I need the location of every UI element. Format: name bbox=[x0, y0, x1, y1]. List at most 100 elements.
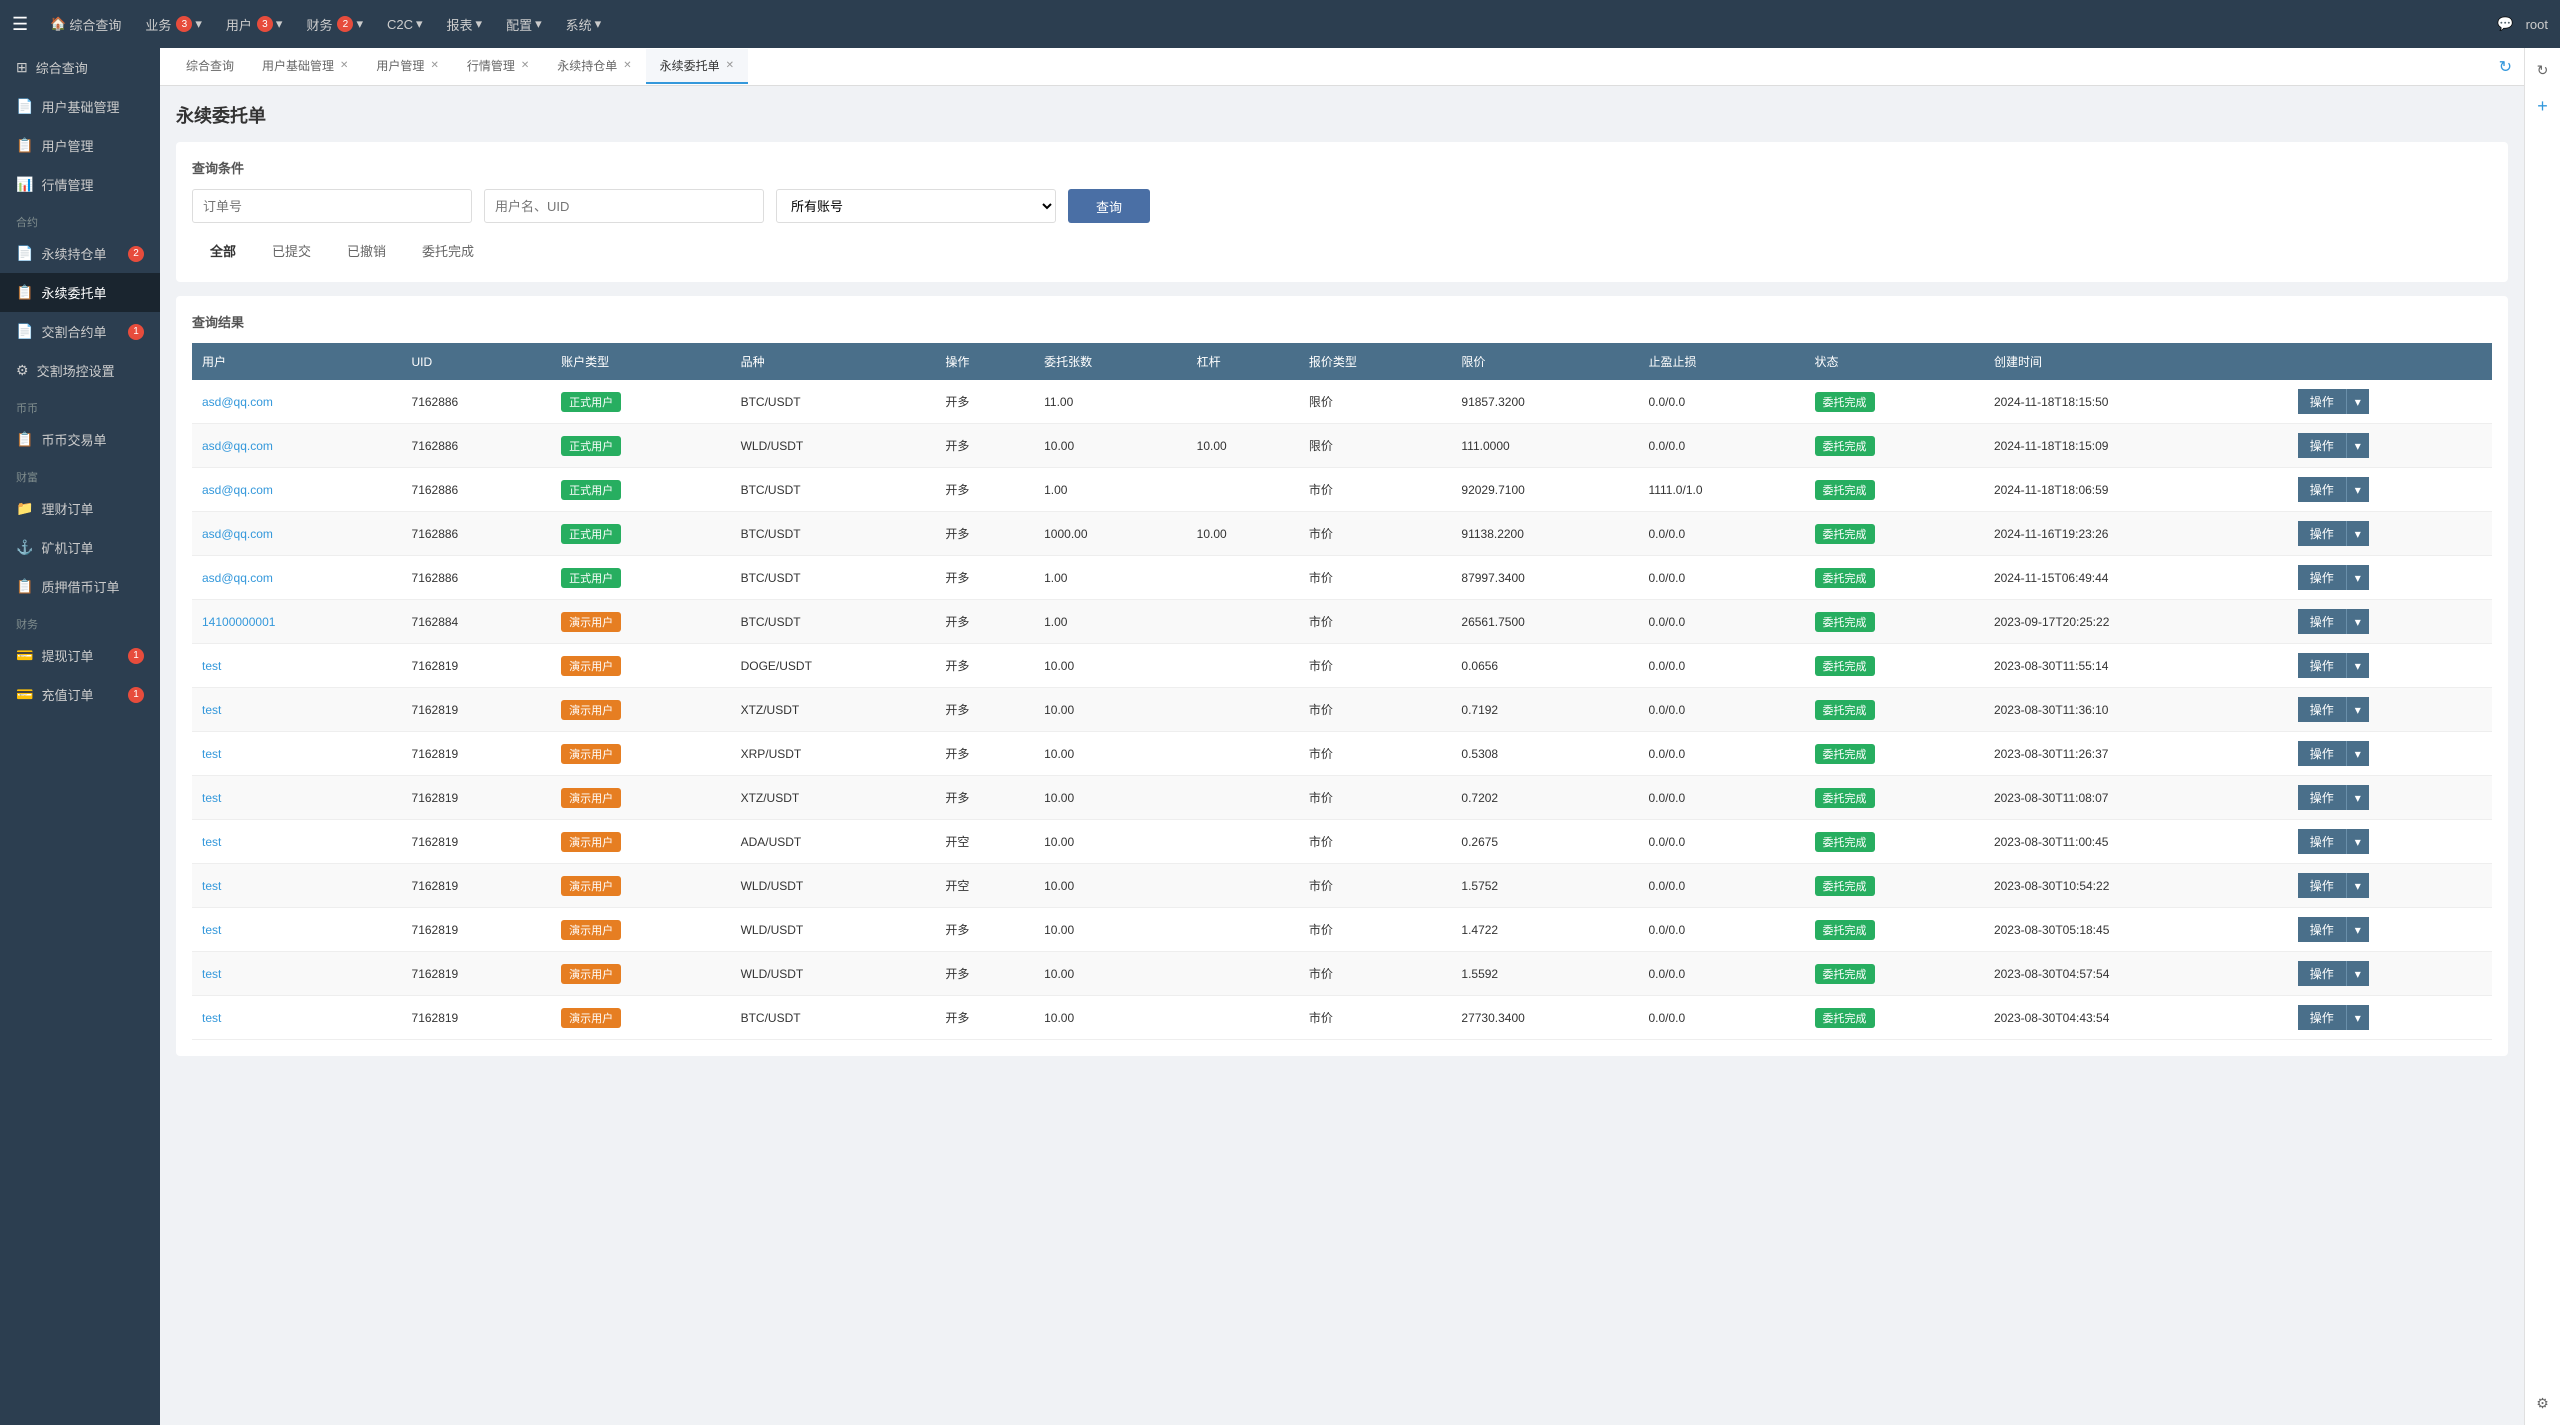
user-link[interactable]: test bbox=[202, 659, 221, 673]
tab-close-永续持仓单[interactable]: ✕ bbox=[623, 60, 631, 71]
action-button[interactable]: 操作 bbox=[2298, 609, 2346, 634]
user-link[interactable]: test bbox=[202, 835, 221, 849]
right-add-icon[interactable]: + bbox=[2529, 92, 2557, 120]
filter-tab-已撤销[interactable]: 已撤销 bbox=[329, 235, 404, 266]
filter-tab-全部[interactable]: 全部 bbox=[192, 235, 254, 266]
nav-item-用户[interactable]: 用户 3 ▾ bbox=[216, 9, 293, 40]
sidebar-item-矿机订单[interactable]: ⚓ 矿机订单 bbox=[0, 528, 160, 567]
action-dropdown-button[interactable]: ▾ bbox=[2346, 697, 2369, 722]
sidebar-item-永续委托单[interactable]: 📋 永续委托单 bbox=[0, 273, 160, 312]
action-dropdown-button[interactable]: ▾ bbox=[2346, 609, 2369, 634]
cell-user: asd@qq.com bbox=[192, 468, 402, 512]
action-button[interactable]: 操作 bbox=[2298, 565, 2346, 590]
user-link[interactable]: test bbox=[202, 967, 221, 981]
tab-close-用户管理[interactable]: ✕ bbox=[430, 60, 438, 71]
action-dropdown-button[interactable]: ▾ bbox=[2346, 961, 2369, 986]
action-dropdown-button[interactable]: ▾ bbox=[2346, 873, 2369, 898]
hamburger-icon[interactable]: ☰ bbox=[12, 14, 28, 35]
cell-action: 开空 bbox=[935, 864, 1034, 908]
tab-close-行情管理[interactable]: ✕ bbox=[521, 60, 529, 71]
action-button[interactable]: 操作 bbox=[2298, 433, 2346, 458]
user-link[interactable]: asd@qq.com bbox=[202, 483, 273, 497]
action-button[interactable]: 操作 bbox=[2298, 389, 2346, 414]
tab-refresh-button[interactable]: ↻ bbox=[2499, 57, 2512, 77]
sidebar-item-用户管理[interactable]: 📋 用户管理 bbox=[0, 126, 160, 165]
action-button[interactable]: 操作 bbox=[2298, 961, 2346, 986]
action-dropdown-button[interactable]: ▾ bbox=[2346, 433, 2369, 458]
action-btn-group: 操作 ▾ bbox=[2298, 521, 2482, 546]
tab-用户基础管理[interactable]: 用户基础管理 ✕ bbox=[248, 49, 362, 84]
action-button[interactable]: 操作 bbox=[2298, 741, 2346, 766]
sidebar-item-永续持仓单[interactable]: 📄 永续持仓单 2 bbox=[0, 234, 160, 273]
action-button[interactable]: 操作 bbox=[2298, 873, 2346, 898]
tab-close-永续委托单[interactable]: ✕ bbox=[726, 60, 734, 71]
user-link[interactable]: test bbox=[202, 703, 221, 717]
tab-close-用户基础管理[interactable]: ✕ bbox=[340, 60, 348, 71]
nav-item-c2c[interactable]: C2C ▾ bbox=[377, 10, 433, 38]
order-id-input[interactable] bbox=[192, 189, 472, 223]
action-dropdown-button[interactable]: ▾ bbox=[2346, 565, 2369, 590]
action-dropdown-button[interactable]: ▾ bbox=[2346, 389, 2369, 414]
sidebar-item-币币交易单[interactable]: 📋 币币交易单 bbox=[0, 420, 160, 459]
user-link[interactable]: asd@qq.com bbox=[202, 439, 273, 453]
nav-item-业务[interactable]: 业务 3 ▾ bbox=[135, 9, 212, 40]
action-dropdown-button[interactable]: ▾ bbox=[2346, 521, 2369, 546]
right-settings-icon[interactable]: ⚙ bbox=[2529, 1389, 2557, 1417]
sidebar-item-交割合约单[interactable]: 📄 交割合约单 1 bbox=[0, 312, 160, 351]
user-link[interactable]: test bbox=[202, 747, 221, 761]
message-icon[interactable]: 💬 bbox=[2497, 16, 2513, 32]
action-dropdown-button[interactable]: ▾ bbox=[2346, 785, 2369, 810]
action-dropdown-button[interactable]: ▾ bbox=[2346, 917, 2369, 942]
sidebar-item-交割场控设置[interactable]: ⚙ 交割场控设置 bbox=[0, 351, 160, 390]
action-button[interactable]: 操作 bbox=[2298, 697, 2346, 722]
action-button[interactable]: 操作 bbox=[2298, 829, 2346, 854]
tab-行情管理[interactable]: 行情管理 ✕ bbox=[453, 49, 543, 84]
filter-tab-已提交[interactable]: 已提交 bbox=[254, 235, 329, 266]
action-dropdown-button[interactable]: ▾ bbox=[2346, 741, 2369, 766]
sidebar-item-行情管理[interactable]: 📊 行情管理 bbox=[0, 165, 160, 204]
account-type-select[interactable]: 所有账号 正式账号 演示账号 bbox=[776, 189, 1056, 223]
right-refresh-icon[interactable]: ↻ bbox=[2529, 56, 2557, 84]
nav-item-综合查询[interactable]: 🏠 综合查询 bbox=[40, 9, 131, 40]
user-link[interactable]: test bbox=[202, 923, 221, 937]
user-link[interactable]: asd@qq.com bbox=[202, 395, 273, 409]
sidebar-item-充值订单[interactable]: 💳 充值订单 1 bbox=[0, 675, 160, 714]
sidebar-item-综合查询[interactable]: ⊞ 综合查询 bbox=[0, 48, 160, 87]
sidebar-item-质押借币订单[interactable]: 📋 质押借币订单 bbox=[0, 567, 160, 606]
user-link[interactable]: 14100000001 bbox=[202, 615, 275, 629]
cell-uid: 7162886 bbox=[402, 512, 552, 556]
filter-tab-委托完成[interactable]: 委托完成 bbox=[404, 235, 492, 266]
nav-item-财务[interactable]: 财务 2 ▾ bbox=[296, 9, 373, 40]
action-dropdown-button[interactable]: ▾ bbox=[2346, 1005, 2369, 1030]
nav-item-系统[interactable]: 系统 ▾ bbox=[556, 9, 612, 40]
sidebar-item-理财订单[interactable]: 📁 理财订单 bbox=[0, 489, 160, 528]
nav-item-报表[interactable]: 报表 ▾ bbox=[437, 9, 493, 40]
action-button[interactable]: 操作 bbox=[2298, 521, 2346, 546]
user-link[interactable]: asd@qq.com bbox=[202, 571, 273, 585]
user-label[interactable]: root bbox=[2526, 17, 2548, 32]
action-button[interactable]: 操作 bbox=[2298, 1005, 2346, 1030]
nav-item-配置[interactable]: 配置 ▾ bbox=[496, 9, 552, 40]
action-button[interactable]: 操作 bbox=[2298, 785, 2346, 810]
action-button[interactable]: 操作 bbox=[2298, 917, 2346, 942]
user-link[interactable]: test bbox=[202, 791, 221, 805]
action-dropdown-button[interactable]: ▾ bbox=[2346, 653, 2369, 678]
tab-永续持仓单[interactable]: 永续持仓单 ✕ bbox=[543, 49, 645, 84]
tab-永续委托单[interactable]: 永续委托单 ✕ bbox=[646, 49, 748, 84]
search-button[interactable]: 查询 bbox=[1068, 189, 1150, 223]
sidebar-item-提现订单[interactable]: 💳 提现订单 1 bbox=[0, 636, 160, 675]
action-dropdown-button[interactable]: ▾ bbox=[2346, 829, 2369, 854]
user-uid-input[interactable] bbox=[484, 189, 764, 223]
tab-用户管理[interactable]: 用户管理 ✕ bbox=[362, 49, 452, 84]
action-btn-group: 操作 ▾ bbox=[2298, 697, 2482, 722]
action-button[interactable]: 操作 bbox=[2298, 653, 2346, 678]
cell-symbol: WLD/USDT bbox=[731, 424, 936, 468]
user-link[interactable]: asd@qq.com bbox=[202, 527, 273, 541]
action-button[interactable]: 操作 bbox=[2298, 477, 2346, 502]
tab-综合查询[interactable]: 综合查询 bbox=[172, 49, 248, 84]
user-link[interactable]: test bbox=[202, 879, 221, 893]
user-link[interactable]: test bbox=[202, 1011, 221, 1025]
action-dropdown-button[interactable]: ▾ bbox=[2346, 477, 2369, 502]
table-row: asd@qq.com 7162886 正式用户 WLD/USDT 开多 10.0… bbox=[192, 424, 2492, 468]
sidebar-item-用户基础管理[interactable]: 📄 用户基础管理 bbox=[0, 87, 160, 126]
